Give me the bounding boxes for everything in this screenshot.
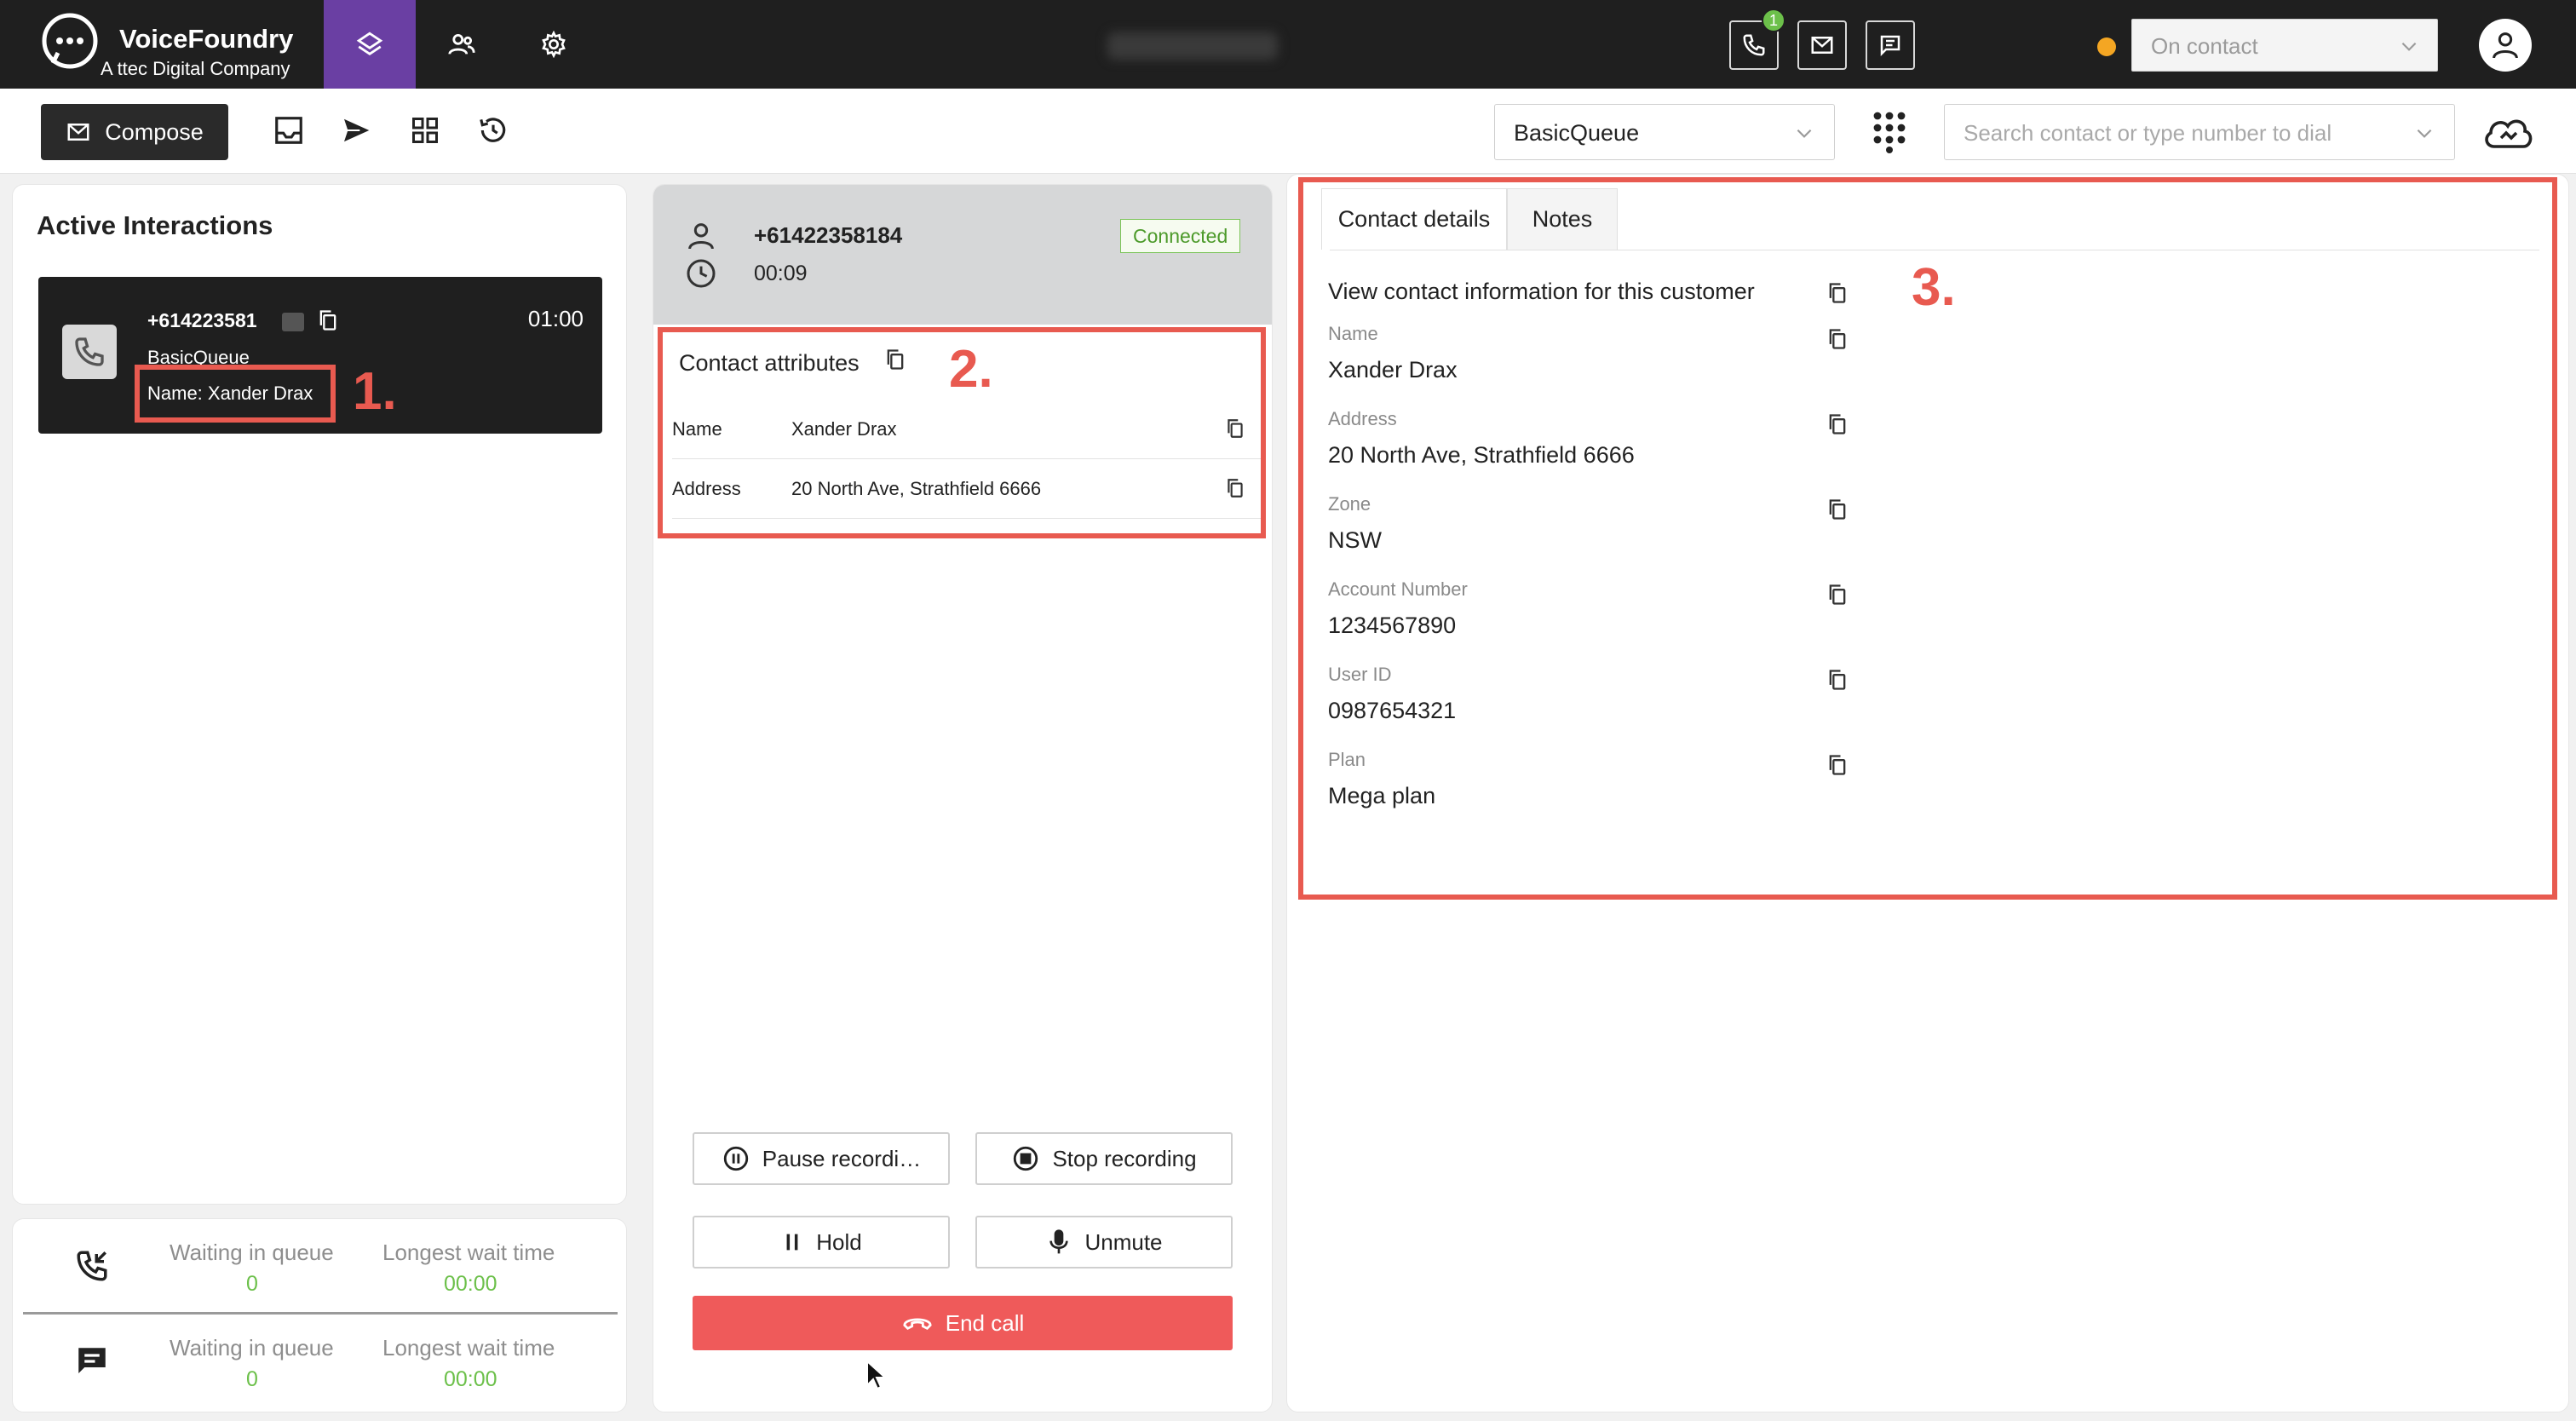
hold-button[interactable]: Hold	[693, 1216, 950, 1269]
stop-circle-icon	[1014, 1146, 1038, 1171]
interaction-number: +614223581	[147, 309, 257, 331]
gear-icon	[542, 31, 566, 58]
chat-channel-button[interactable]	[1866, 20, 1915, 70]
longest-wait-value: 00:00	[444, 1272, 497, 1296]
waiting-in-queue-label: Waiting in queue	[170, 1240, 334, 1265]
waiting-in-queue-value: 0	[246, 1272, 258, 1296]
cloud-sync-button[interactable]	[2481, 109, 2535, 155]
inbox-icon	[275, 117, 302, 144]
interaction-timer: 01:00	[527, 306, 584, 331]
clock-icon	[687, 259, 716, 288]
longest-wait-label: Longest wait time	[382, 1335, 555, 1361]
history-button[interactable]	[474, 111, 513, 150]
unmute-button[interactable]: Unmute	[975, 1216, 1233, 1269]
stop-recording-button[interactable]: Stop recording	[975, 1132, 1233, 1185]
waiting-in-queue-value: 0	[246, 1367, 258, 1391]
active-interactions-panel: Active Interactions +614223581 01:00 Bas…	[12, 184, 627, 1205]
hold-label: Hold	[816, 1228, 862, 1255]
pause-recording-label: Pause recordi…	[762, 1145, 922, 1171]
chevron-down-icon	[1797, 129, 1812, 138]
phone-notification-badge: 1	[1762, 9, 1785, 32]
annotation-label-2: 2.	[949, 340, 993, 399]
pause-icon	[786, 1234, 798, 1251]
waiting-in-queue-label: Waiting in queue	[170, 1335, 334, 1361]
masked-digits	[282, 313, 304, 331]
inbox-button[interactable]	[269, 111, 308, 150]
chevron-down-icon	[2401, 42, 2417, 51]
users-icon	[448, 33, 475, 55]
pause-circle-icon	[723, 1146, 748, 1171]
status-indicator-dot	[2097, 37, 2116, 56]
annotation-label-1: 1.	[353, 362, 397, 421]
chat-queue-stats: Waiting in queue 0 Longest wait time 00:…	[23, 1315, 618, 1410]
mail-icon	[1811, 37, 1833, 54]
active-interactions-title: Active Interactions	[37, 210, 273, 240]
user-avatar-button[interactable]	[2479, 19, 2532, 72]
queue-stats-panel: Waiting in queue 0 Longest wait time 00:…	[12, 1218, 627, 1412]
dialpad-icon	[1873, 112, 1906, 153]
layers-icon	[356, 32, 383, 56]
nav-contacts-button[interactable]	[416, 0, 508, 89]
nav-settings-button[interactable]	[508, 0, 600, 89]
cloud-icon	[2485, 119, 2533, 148]
person-icon	[688, 223, 714, 250]
history-icon	[480, 118, 506, 142]
brand-tagline: A ttec Digital Company	[101, 58, 290, 79]
compose-label: Compose	[105, 118, 204, 145]
mouse-cursor-icon	[866, 1360, 888, 1390]
queue-select-value: BasicQueue	[1514, 120, 1640, 146]
pause-recording-button[interactable]: Pause recordi…	[693, 1132, 950, 1185]
copy-icon	[319, 310, 336, 331]
send-icon	[341, 116, 374, 145]
call-header: +61422358184 00:09 Connected	[653, 185, 1272, 325]
chat-bubble-logo-icon	[42, 13, 98, 69]
toolbar: Compose BasicQueue Search contact or typ…	[0, 89, 2576, 174]
phone-icon	[1743, 34, 1765, 56]
longest-wait-label: Longest wait time	[382, 1240, 555, 1265]
caller-number: +61422358184	[754, 222, 903, 248]
grid-view-button[interactable]	[405, 111, 445, 150]
mail-icon	[67, 124, 89, 141]
hang-up-icon	[903, 1318, 932, 1331]
connected-status-badge: Connected	[1120, 219, 1241, 253]
phone-icon	[75, 337, 104, 366]
agent-status-value: On contact	[2151, 33, 2258, 59]
top-bar: VoiceFoundry A ttec Digital Company 1 On…	[0, 0, 2576, 89]
email-channel-button[interactable]	[1797, 20, 1847, 70]
nav-layers-button[interactable]	[324, 0, 416, 89]
dial-search-placeholder: Search contact or type number to dial	[1964, 120, 2332, 146]
dial-search-input[interactable]: Search contact or type number to dial	[1944, 104, 2455, 160]
end-call-button[interactable]: End call	[693, 1296, 1233, 1350]
unmute-label: Unmute	[1084, 1228, 1163, 1255]
queue-select[interactable]: BasicQueue	[1494, 104, 1835, 160]
stop-recording-label: Stop recording	[1052, 1145, 1197, 1171]
voice-queue-stats: Waiting in queue 0 Longest wait time 00:…	[23, 1219, 618, 1315]
voicefoundry-logo: VoiceFoundry A ttec Digital Company	[37, 7, 319, 83]
user-icon	[2493, 32, 2518, 59]
chat-icon	[1880, 35, 1900, 57]
blurred-agent-name	[1107, 32, 1278, 60]
annotation-box-1	[135, 365, 336, 423]
microphone-icon	[1049, 1229, 1069, 1254]
copy-number-button[interactable]	[316, 308, 340, 333]
call-duration: 00:09	[754, 262, 808, 285]
grid-icon	[412, 118, 438, 143]
brand-name: VoiceFoundry	[119, 24, 294, 54]
chat-icon	[78, 1348, 106, 1373]
dialpad-button[interactable]	[1871, 111, 1908, 153]
incoming-call-icon	[77, 1251, 107, 1281]
agent-status-select[interactable]: On contact	[2131, 19, 2438, 72]
chevron-down-icon	[2417, 129, 2432, 138]
annotation-label-3: 3.	[1912, 258, 1956, 317]
longest-wait-value: 00:00	[444, 1367, 497, 1391]
compose-button[interactable]: Compose	[41, 104, 228, 160]
interaction-phone-badge	[62, 325, 117, 379]
end-call-label: End call	[945, 1309, 1025, 1336]
send-button[interactable]	[337, 111, 377, 150]
